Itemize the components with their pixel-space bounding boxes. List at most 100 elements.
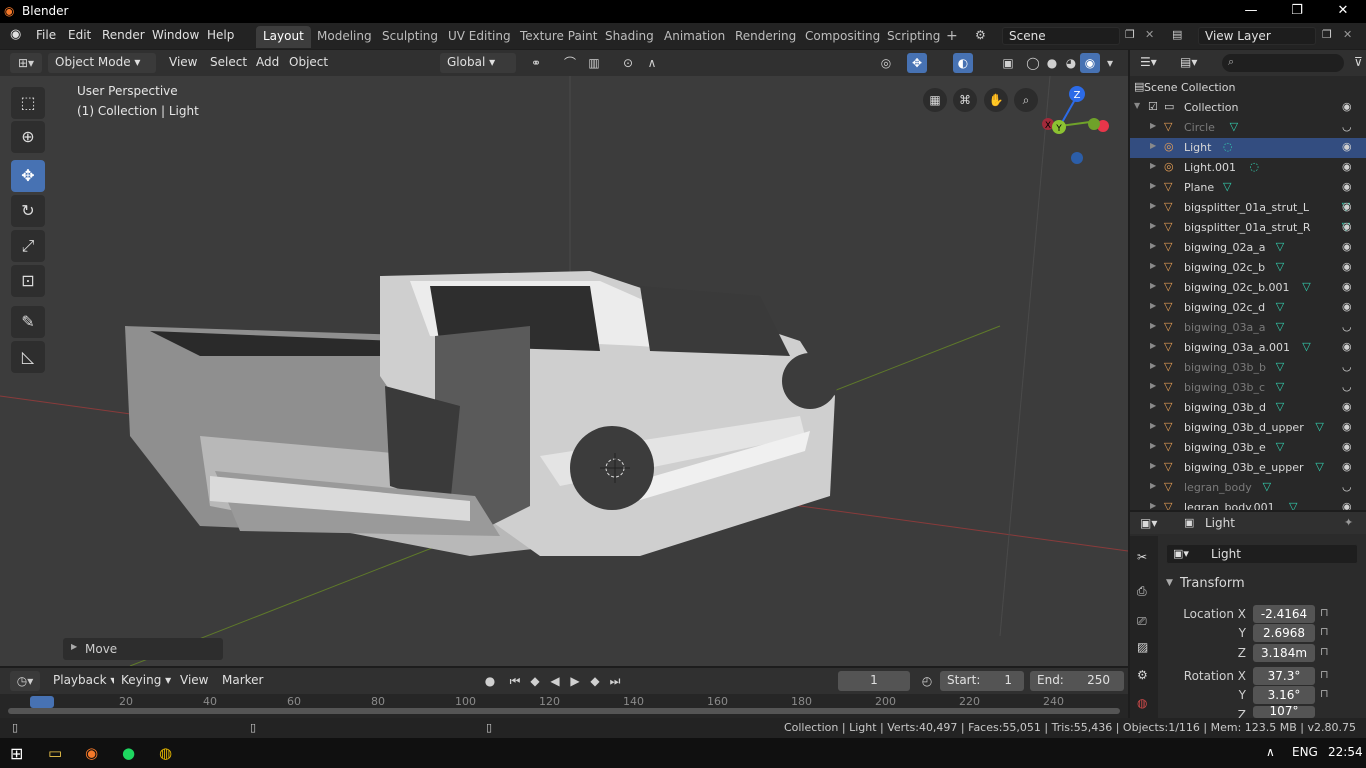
camera-view-icon[interactable]: ⌘ — [953, 88, 977, 112]
mesh-data-icon[interactable]: ▽ — [1230, 120, 1238, 133]
outliner-item[interactable]: ▶ ▽ bigsplitter_01a_strut_R ▽ ◉ — [1130, 218, 1366, 238]
outliner-search-input[interactable]: ⌕ — [1222, 54, 1344, 72]
eye-icon[interactable]: ◉ — [1342, 140, 1352, 153]
menu-window[interactable]: Window — [152, 28, 199, 42]
cursor-tool-icon[interactable]: ⊕ — [11, 121, 45, 153]
tab-texture-paint[interactable]: Texture Paint — [513, 26, 604, 48]
light-data-icon[interactable]: ◌ — [1223, 140, 1233, 153]
pan-hand-icon[interactable]: ✋ — [984, 88, 1008, 112]
lock-icon[interactable]: ⊓ — [1320, 687, 1329, 700]
outliner-item[interactable]: ▶ ▽ Circle ▽ ◡ — [1130, 118, 1366, 138]
lock-icon[interactable]: ⊓ — [1320, 625, 1329, 638]
eye-icon[interactable]: ◉ — [1342, 280, 1352, 293]
orientation-select[interactable]: Global ▾ — [440, 53, 516, 73]
rendered-shading-icon[interactable]: ◉ — [1080, 53, 1100, 73]
expand-triangle-icon[interactable]: ▶ — [1150, 381, 1156, 390]
light-data-icon[interactable]: ◌ — [1249, 160, 1259, 173]
outliner-item[interactable]: ▶ ▽ bigsplitter_01a_strut_L ▽ ◉ — [1130, 198, 1366, 218]
playhead[interactable] — [30, 696, 54, 708]
timeline-scrollbar[interactable] — [8, 708, 1120, 714]
overlay-toggle-icon[interactable]: ◐ — [953, 53, 973, 73]
location-x-field[interactable]: -2.4164 — [1253, 605, 1315, 623]
pin-icon[interactable]: ✦ — [1344, 516, 1353, 529]
mesh-data-icon[interactable]: ▽ — [1276, 240, 1284, 253]
outliner[interactable]: ☰▾ ▤▾ ⌕ ⊽ ▤ Scene Collection ▼ ☑ ▭ Colle… — [1130, 50, 1366, 510]
shading-options-icon[interactable]: ▾ — [1100, 53, 1120, 73]
outliner-item[interactable]: ▶ ▽ Plane ▽ ◉ — [1130, 178, 1366, 198]
mesh-data-icon[interactable]: ▽ — [1276, 320, 1284, 333]
expand-triangle-icon[interactable]: ▶ — [1150, 161, 1156, 170]
tab-layout[interactable]: Layout — [256, 26, 311, 48]
pivot-icon[interactable]: ⚭ — [526, 53, 546, 73]
mesh-data-icon[interactable]: ▽ — [1263, 480, 1271, 493]
add-workspace-icon[interactable]: + — [946, 28, 958, 44]
outliner-item[interactable]: ▶ ▽ bigwing_03b_c ▽ ◡ — [1130, 378, 1366, 398]
delete-view-layer-icon[interactable]: ✕ — [1343, 28, 1352, 41]
outliner-item[interactable]: ▶ ◎ Light ◌ ◉ — [1130, 138, 1366, 158]
rotation-x-field[interactable]: 37.3° — [1253, 667, 1315, 685]
menu-select[interactable]: Select — [203, 53, 255, 73]
expand-triangle-icon[interactable]: ▶ — [1150, 201, 1156, 210]
expand-triangle-icon[interactable]: ▶ — [1150, 401, 1156, 410]
outliner-scene-collection[interactable]: ▤ Scene Collection — [1130, 78, 1366, 98]
keying-menu[interactable]: Keying ▾ — [114, 671, 179, 691]
expand-triangle-icon[interactable]: ▶ — [1150, 181, 1156, 190]
eye-closed-icon[interactable]: ◡ — [1342, 360, 1352, 373]
view-layer-field[interactable]: View Layer — [1198, 27, 1316, 45]
tab-modeling[interactable]: Modeling — [310, 26, 379, 48]
tab-animation[interactable]: Animation — [657, 26, 732, 48]
scale-tool-icon[interactable]: ⤢ — [11, 230, 45, 262]
snap-icon[interactable]: ⌒ — [560, 53, 580, 73]
menu-help[interactable]: Help — [207, 28, 234, 42]
gizmo-toggle-icon[interactable]: ✥ — [907, 53, 927, 73]
prev-keyframe-icon[interactable]: ◆ — [525, 671, 545, 691]
end-frame-field[interactable]: End: 250 — [1030, 671, 1124, 691]
expand-triangle-icon[interactable]: ▶ — [1150, 281, 1156, 290]
expand-triangle-icon[interactable]: ▶ — [1150, 261, 1156, 270]
location-z-field[interactable]: 3.184m — [1253, 644, 1315, 662]
render-tab-icon[interactable]: ⎙ — [1137, 584, 1147, 599]
blender-taskbar-icon[interactable]: ◉ — [85, 744, 98, 762]
outliner-item[interactable]: ▶ ▽ bigwing_03b_e_upper ▽ ◉ — [1130, 458, 1366, 478]
delete-scene-icon[interactable]: ✕ — [1145, 28, 1154, 41]
file-explorer-icon[interactable]: ▭ — [48, 744, 62, 762]
eye-icon[interactable]: ◉ — [1342, 500, 1352, 510]
proportional-edit-icon[interactable]: ⊙ — [618, 53, 638, 73]
mesh-data-icon[interactable]: ▽ — [1276, 260, 1284, 273]
outliner-item[interactable]: ▶ ▽ bigwing_02a_a ▽ ◉ — [1130, 238, 1366, 258]
outliner-item[interactable]: ▶ ◎ Light.001 ◌ ◉ — [1130, 158, 1366, 178]
eye-closed-icon[interactable]: ◡ — [1342, 320, 1352, 333]
tab-scripting[interactable]: Scripting — [880, 26, 947, 48]
eye-icon[interactable]: ◉ — [1342, 220, 1352, 233]
outliner-item[interactable]: ▶ ▽ bigwing_02c_d ▽ ◉ — [1130, 298, 1366, 318]
location-y-field[interactable]: 2.6968 — [1253, 624, 1315, 642]
close-button[interactable]: ✕ — [1320, 0, 1366, 23]
playback-menu[interactable]: Playback ▾ — [46, 671, 124, 691]
expand-triangle-icon[interactable]: ▶ — [1150, 481, 1156, 490]
timeline[interactable]: 120406080100120140160180200220240 — [0, 694, 1128, 718]
panel-collapse-icon[interactable]: ▼ — [1166, 578, 1173, 588]
maximize-button[interactable]: ❐ — [1274, 0, 1320, 23]
expand-triangle-icon[interactable]: ▶ — [1150, 141, 1156, 150]
mesh-data-icon[interactable]: ▽ — [1276, 380, 1284, 393]
outliner-editor-icon[interactable]: ☰▾ — [1140, 55, 1157, 69]
outliner-item[interactable]: ▶ ▽ bigwing_03b_d_upper ▽ ◉ — [1130, 418, 1366, 438]
viewport-scene[interactable]: Z Y X — [0, 76, 1128, 666]
stopwatch-icon[interactable]: ◴ — [917, 671, 937, 691]
outliner-item[interactable]: ▶ ▽ bigwing_03b_d ▽ ◉ — [1130, 398, 1366, 418]
tool-tab-icon[interactable]: ✂ — [1137, 550, 1147, 564]
view-layer-icon[interactable]: ▤ — [1172, 28, 1182, 41]
new-view-layer-icon[interactable]: ❐ — [1322, 28, 1332, 41]
eye-icon[interactable]: ◉ — [1342, 460, 1352, 473]
display-mode-icon[interactable]: ▤▾ — [1180, 55, 1197, 69]
language-indicator[interactable]: ENG — [1292, 745, 1318, 759]
mesh-data-icon[interactable]: ▽ — [1289, 500, 1297, 510]
eye-closed-icon[interactable]: ◡ — [1342, 480, 1352, 493]
expand-triangle-icon[interactable]: ▶ — [1150, 501, 1156, 510]
outliner-item[interactable]: ▶ ▽ bigwing_02c_b.001 ▽ ◉ — [1130, 278, 1366, 298]
expand-triangle-icon[interactable]: ▶ — [1150, 441, 1156, 450]
view-layer-tab-icon[interactable]: ▨ — [1137, 640, 1148, 654]
world-tab-icon[interactable]: ◍ — [1137, 696, 1147, 710]
menu-object[interactable]: Object — [282, 53, 336, 73]
outliner-item[interactable]: ▶ ▽ legran_body ▽ ◡ — [1130, 478, 1366, 498]
